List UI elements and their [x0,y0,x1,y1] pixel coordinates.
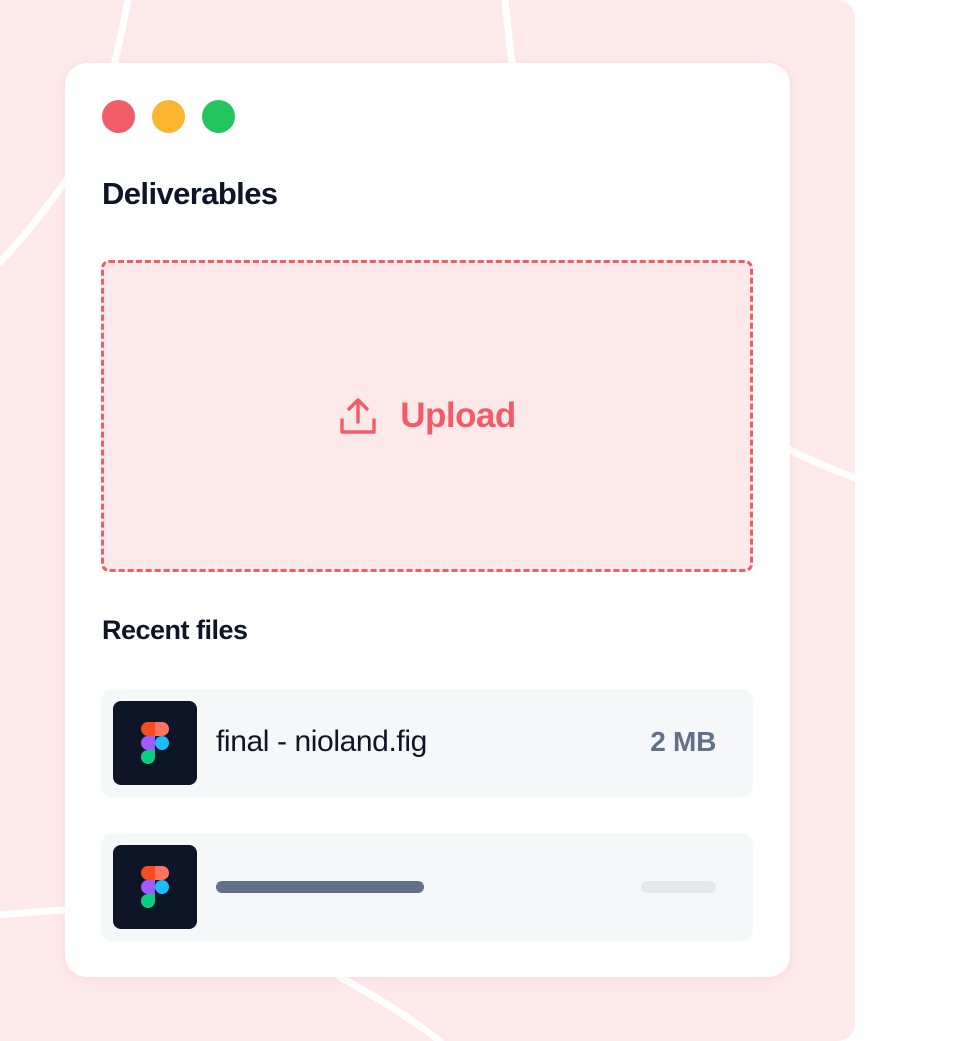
file-name: final - nioland.fig [216,725,427,758]
recent-files-title: Recent files [102,615,248,645]
window-controls [102,100,235,133]
page: Deliverables Upload Recent files final -… [0,0,968,1041]
deliverables-window: Deliverables Upload Recent files final -… [65,63,790,977]
minimize-window-button[interactable] [152,100,185,133]
file-name-placeholder [216,881,424,893]
upload-dropzone[interactable]: Upload [101,260,753,572]
figma-icon [141,866,169,908]
file-thumbnail [113,701,197,785]
file-size: 2 MB [650,726,716,757]
upload-icon [340,398,376,434]
page-title: Deliverables [102,176,278,211]
close-window-button[interactable] [102,100,135,133]
maximize-window-button[interactable] [202,100,235,133]
figma-icon [141,722,169,764]
file-size-placeholder [641,881,716,893]
file-thumbnail [113,845,197,929]
file-row-loading[interactable] [101,833,753,941]
file-row[interactable]: final - nioland.fig 2 MB [101,689,753,797]
upload-label: Upload [400,396,516,435]
